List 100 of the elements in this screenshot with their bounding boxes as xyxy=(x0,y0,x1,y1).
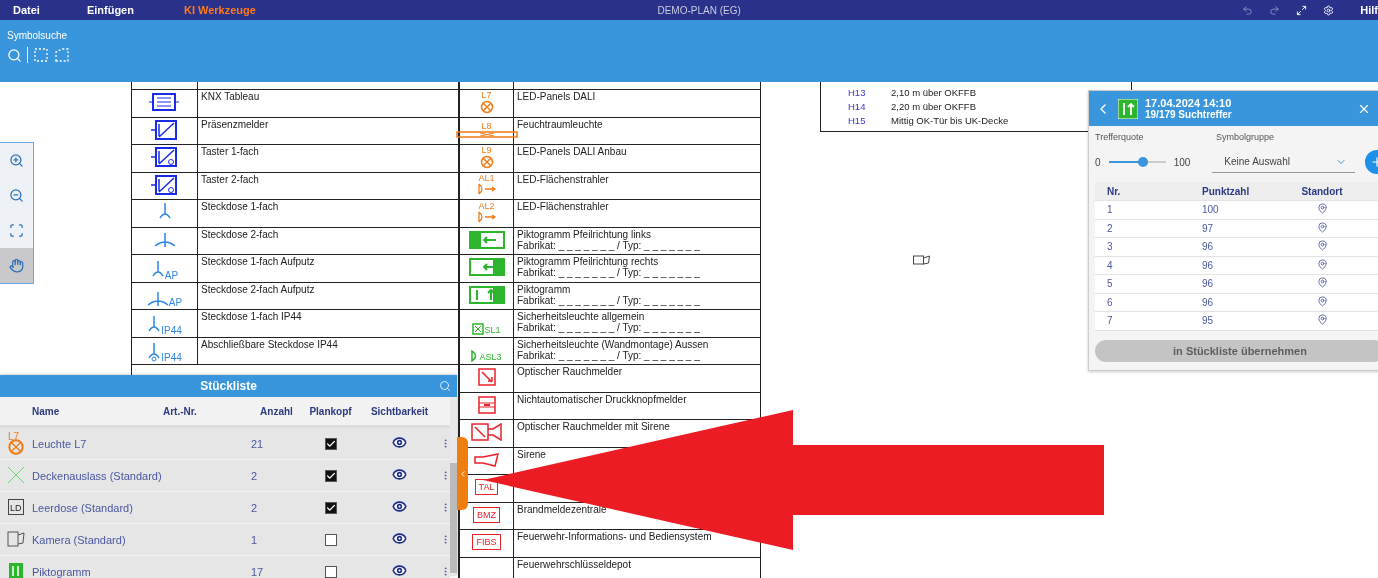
location-pin-icon[interactable] xyxy=(1316,314,1328,326)
result-row[interactable]: 7 95 xyxy=(1095,312,1378,331)
checkbox[interactable] xyxy=(324,469,337,482)
height-code: H15 xyxy=(848,114,867,126)
symbol-label: ASL3 xyxy=(479,353,502,362)
table-cell-text: 96 xyxy=(1202,241,1215,253)
table-cell-text: 6 xyxy=(1107,296,1114,308)
legend-text: Steckdose 1-fach xyxy=(201,201,280,212)
settings-icon[interactable] xyxy=(1323,4,1335,16)
location-pin-icon[interactable] xyxy=(1316,295,1328,307)
legend-text: Feuerwehrschlüsseldepot xyxy=(517,558,632,570)
switch-icon xyxy=(149,147,180,168)
search-icon[interactable] xyxy=(439,380,451,392)
legend-text: Brandmeldezentrale xyxy=(517,503,608,515)
fullscreen-icon[interactable] xyxy=(1296,4,1308,16)
column-header: Art.-Nr. xyxy=(163,405,198,417)
legend-text: LED-Flächenstrahler xyxy=(517,173,610,185)
menu-item[interactable]: Datei xyxy=(13,4,40,16)
height-code: H13 xyxy=(848,86,867,98)
column-header: Nr. xyxy=(1107,185,1122,197)
part-name: Deckenauslass (Standard) xyxy=(32,469,163,482)
legend-text: Taster 1-fach xyxy=(201,146,260,157)
slider-thumb[interactable] xyxy=(1137,157,1148,167)
location-pin-icon[interactable] xyxy=(1316,221,1328,233)
symbol-label: L7 xyxy=(481,90,492,100)
double-socket-icon xyxy=(153,231,176,248)
legend-text: Steckdose 2-fach Aufputz xyxy=(201,283,316,295)
slider-min: 0 xyxy=(1095,156,1101,168)
part-name: Leerdose (Standard) xyxy=(32,501,134,514)
legend-text: Piktogramm xyxy=(517,283,572,295)
column-header: Punktzahl xyxy=(1202,185,1251,197)
spotlight-icon xyxy=(476,210,497,223)
symbol-label: AP xyxy=(168,298,183,307)
column-header: Anzahl xyxy=(260,405,293,417)
result-timestamp: 17.04.2024 14:10 xyxy=(1145,97,1232,109)
column-header: Name xyxy=(32,405,61,417)
slider-max: 100 xyxy=(1173,156,1191,168)
spotlight-icon xyxy=(476,183,497,196)
checkbox[interactable] xyxy=(324,501,337,514)
exit-sign-icon xyxy=(468,285,505,304)
result-row[interactable]: 3 96 xyxy=(1095,238,1378,257)
legend-text: Sirene xyxy=(517,448,547,460)
eye-icon[interactable] xyxy=(392,531,407,546)
collapse-tab[interactable] xyxy=(457,437,468,510)
legend-subtext: Fabrikat: _ _ _ _ _ _ _ / Typ: _ _ _ _ _ _ _ xyxy=(517,267,701,278)
location-pin-icon[interactable] xyxy=(1316,258,1328,270)
redo-icon[interactable] xyxy=(1269,4,1281,16)
symbol-label: SL1 xyxy=(484,325,501,335)
checkbox[interactable] xyxy=(324,533,337,546)
safety-light-icon xyxy=(472,322,485,335)
part-count: 2 xyxy=(251,501,259,514)
table-cell-text: 95 xyxy=(1202,315,1215,327)
eye-icon[interactable] xyxy=(392,467,407,482)
parts-row[interactable]: Kamera (Standard) 1 xyxy=(0,524,450,556)
help-menu[interactable]: Hilf xyxy=(1360,4,1378,16)
checkbox[interactable] xyxy=(324,437,337,450)
rectangle-select-icon[interactable] xyxy=(33,47,49,63)
legend-subtext: Fabrikat: _ _ _ _ _ _ _ / Typ: _ _ _ _ _ _ _ xyxy=(517,239,701,251)
legend-text: Abschließbare Steckdose IP44 xyxy=(201,338,339,350)
tool-button[interactable] xyxy=(0,248,33,283)
eye-icon[interactable] xyxy=(392,499,407,514)
legend-text: Sicherheitsleuchte allgemein xyxy=(517,311,646,322)
table-cell-text: 96 xyxy=(1202,259,1215,271)
height-text: 2,20 m über OKFFB xyxy=(891,100,976,112)
menu-item[interactable]: Einfügen xyxy=(86,4,134,16)
eye-icon[interactable] xyxy=(392,435,407,450)
hit-count: 19/179 Suchtreffer xyxy=(1145,109,1232,120)
lamp-icon xyxy=(479,154,494,169)
legend-text: LED-Flächenstrahler xyxy=(517,201,610,212)
checkbox[interactable] xyxy=(324,565,337,578)
result-row[interactable]: 5 96 xyxy=(1095,275,1378,294)
parts-row[interactable]: L7 Leuchte L7 21 xyxy=(0,428,450,460)
table-cell-text: 97 xyxy=(1202,222,1215,234)
legend-text: Feuerwehr-Informations- und Bediensystem xyxy=(517,531,713,542)
symbol-label: IP44 xyxy=(161,353,182,362)
eye-icon[interactable] xyxy=(392,563,407,578)
parts-row[interactable]: LD Leerdose (Standard) 2 xyxy=(0,492,450,524)
camera-icon xyxy=(7,530,25,547)
legend-text: Präsenzmelder xyxy=(201,118,270,130)
search-icon[interactable] xyxy=(7,47,22,63)
location-pin-icon[interactable] xyxy=(1316,277,1328,289)
exit-sign-icon xyxy=(1118,98,1138,119)
lasso-select-icon[interactable] xyxy=(54,47,70,63)
table-cell-text: 100 xyxy=(1202,204,1220,216)
legend-text: Sicherheitsleuchte (Wandmontage) Aussen xyxy=(517,338,710,350)
result-row[interactable]: 1 100 xyxy=(1095,201,1378,220)
parts-row[interactable]: Piktogramm 17 xyxy=(0,556,450,578)
column-header: Standort xyxy=(1301,185,1343,197)
toolbar-title: Symbolsuche xyxy=(7,30,69,41)
undo-icon[interactable] xyxy=(1242,4,1254,16)
parts-row[interactable]: Deckenauslass (Standard) 2 xyxy=(0,460,450,492)
legend-text: Piktogramm Pfeilrichtung rechts xyxy=(517,256,660,267)
field-label: Symbolgruppe xyxy=(1216,132,1276,142)
location-pin-icon[interactable] xyxy=(1316,240,1328,252)
symbol-label: AL2 xyxy=(478,201,495,211)
symbol-group-dropdown[interactable]: Keine Auswahl xyxy=(1212,151,1356,173)
table-cell-text: 1 xyxy=(1107,204,1114,216)
legend-text: Optischer Rauchmelder xyxy=(517,366,624,377)
location-pin-icon[interactable] xyxy=(1316,203,1328,215)
menu-item[interactable]: KI Werkzeuge xyxy=(183,4,256,16)
